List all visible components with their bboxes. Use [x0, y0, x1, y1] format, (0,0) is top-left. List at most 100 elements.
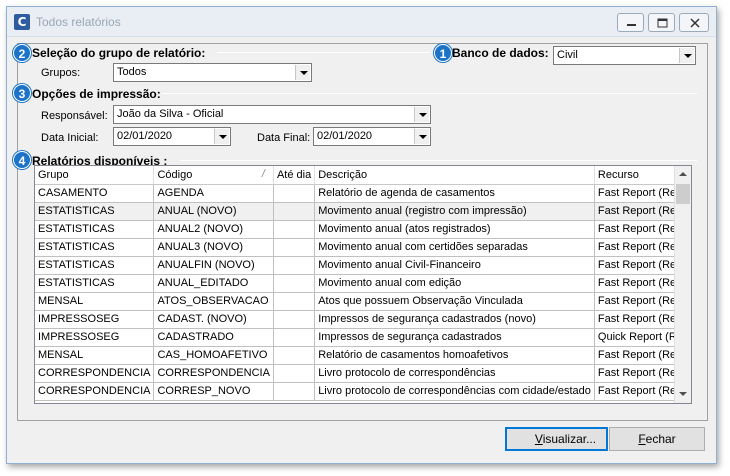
database-value: Civil — [557, 49, 578, 61]
responsible-select[interactable]: João da Silva - Oficial — [113, 105, 431, 124]
table-row[interactable]: MENSAL ATOS_OBSERVACAO Atos que possuem Ob… — [35, 292, 691, 311]
table-row[interactable]: IMPRESSOSEG CADAST. (NOVO) Impressos de se… — [35, 310, 691, 329]
start-date-value: 02/01/2020 — [117, 130, 173, 142]
table-cell — [273, 238, 316, 257]
table-cell — [273, 256, 316, 275]
view-button[interactable]: Visualizar... — [505, 427, 608, 451]
column-header-codigo-label: Código — [157, 168, 193, 181]
table-cell: Atos que possuem Observação Vinculada — [314, 292, 595, 311]
table-cell: Livro protocolo de correspondências — [314, 364, 595, 383]
table-cell: CORRESPONDENCIA — [35, 382, 155, 401]
table-cell: Livro protocolo de correspondências com … — [314, 382, 595, 401]
close-button-label: echar — [645, 432, 676, 446]
table-cell: IMPRESSOSEG — [35, 328, 155, 347]
table-cell — [273, 328, 316, 347]
table-cell: Relatório de casamentos homoafetivos — [314, 346, 595, 365]
table-cell: ESTATISTICAS — [35, 238, 155, 257]
table-row[interactable]: MENSAL CAS_HOMOAFETIVO Relatório de casame… — [35, 346, 691, 365]
column-header-descricao[interactable]: Descrição — [314, 166, 595, 185]
table-cell: Relatório de agenda de casamentos — [314, 184, 595, 203]
frame-bottom — [17, 420, 707, 421]
table-row[interactable]: CORRESPONDENCIA CORRESPONDENCIA Livro prot… — [35, 364, 691, 383]
table-cell: Movimento anual (registro com impressão) — [314, 202, 595, 221]
table-cell: CADAST. (NOVO) — [153, 310, 274, 329]
table-cell: Impressos de segurança cadastrados — [314, 328, 595, 347]
table-row[interactable]: ESTATISTICAS ANUAL3 (NOVO) Movimento anual… — [35, 238, 691, 257]
chevron-down-icon[interactable] — [214, 129, 229, 144]
frame-right — [707, 43, 708, 421]
table-cell — [273, 202, 316, 221]
view-button-mnemonic: V — [534, 432, 543, 446]
callout-badge-1: 1 — [434, 44, 452, 62]
table-cell — [273, 346, 316, 365]
minimize-button[interactable] — [617, 13, 644, 32]
table-cell: CORRESPONDENCIA — [153, 364, 274, 383]
reports-grid[interactable]: Grupo Código / Até dia Descrição Recurso… — [34, 165, 692, 404]
scroll-up-icon[interactable] — [675, 166, 691, 183]
table-cell: ESTATISTICAS — [35, 220, 155, 239]
column-header-ate-dia[interactable]: Até dia — [273, 166, 316, 185]
table-cell — [273, 310, 316, 329]
groups-select[interactable]: Todos — [113, 63, 312, 82]
callout-badge-3: 3 — [13, 84, 31, 102]
table-row[interactable]: ESTATISTICAS ANUAL2 (NOVO) Movimento anual… — [35, 220, 691, 239]
database-label: Banco de dados: — [452, 46, 549, 60]
table-cell: ATOS_OBSERVACAO — [153, 292, 274, 311]
maximize-icon — [657, 18, 668, 28]
table-row[interactable]: CORRESPONDENCIA CORRESP_NOVO Livro protoco… — [35, 382, 691, 401]
reports-table: Grupo Código / Até dia Descrição Recurso… — [35, 166, 691, 401]
table-row[interactable]: ESTATISTICAS ANUAL (NOVO) Movimento anual … — [35, 202, 691, 221]
chevron-down-icon[interactable] — [679, 48, 694, 63]
table-cell — [273, 292, 316, 311]
group-section-title: Seleção do grupo de relatório: — [32, 46, 206, 60]
app-icon: C — [14, 14, 30, 30]
table-row[interactable]: ESTATISTICAS ANUALFIN (NOVO) Movimento anu… — [35, 256, 691, 275]
vertical-scrollbar[interactable] — [674, 166, 691, 403]
scroll-thumb[interactable] — [676, 184, 690, 204]
table-cell: ESTATISTICAS — [35, 256, 155, 275]
chevron-down-icon[interactable] — [414, 107, 429, 122]
table-row[interactable]: IMPRESSOSEG CADASTRADO Impressos de segura… — [35, 328, 691, 347]
groups-value: Todos — [117, 66, 147, 78]
table-cell: AGENDA — [153, 184, 274, 203]
callout-badge-2: 2 — [13, 44, 31, 62]
end-date-value: 02/01/2020 — [317, 130, 373, 142]
maximize-button[interactable] — [648, 13, 675, 32]
sort-indicator-icon: / — [261, 168, 265, 180]
column-header-grupo[interactable]: Grupo — [35, 166, 155, 185]
table-row[interactable]: ESTATISTICAS ANUAL_EDITADO Movimento anual… — [35, 274, 691, 293]
end-date-picker[interactable]: 02/01/2020 — [313, 127, 431, 146]
database-select[interactable]: Civil — [553, 46, 696, 65]
responsible-value: João da Silva - Oficial — [117, 108, 224, 120]
chevron-down-icon[interactable] — [295, 65, 310, 80]
end-date-label: Data Final: — [257, 132, 311, 144]
table-cell: Movimento anual Civil-Financeiro — [314, 256, 595, 275]
table-cell — [273, 274, 316, 293]
table-cell: CORRESP_NOVO — [153, 382, 274, 401]
chevron-down-icon[interactable] — [414, 129, 429, 144]
table-row[interactable]: CASAMENTO AGENDA Relatório de agenda de ca… — [35, 184, 691, 203]
close-window-button[interactable] — [679, 13, 709, 32]
view-button-label: isualizar... — [542, 432, 597, 446]
table-cell: Impressos de segurança cadastrados (novo… — [314, 310, 595, 329]
table-cell: CADASTRADO — [153, 328, 274, 347]
print-options-title: Opções de impressão: — [32, 87, 161, 101]
table-cell: IMPRESSOSEG — [35, 310, 155, 329]
table-cell — [273, 382, 316, 401]
reports-separator — [180, 160, 697, 161]
column-header-codigo[interactable]: Código / — [153, 166, 274, 185]
frame-top — [17, 43, 707, 44]
table-cell: ANUAL3 (NOVO) — [153, 238, 274, 257]
table-cell: ESTATISTICAS — [35, 202, 155, 221]
table-cell: ANUAL_EDITADO — [153, 274, 274, 293]
scroll-down-icon[interactable] — [675, 386, 691, 403]
close-button[interactable]: Fechar — [609, 427, 705, 451]
start-date-picker[interactable]: 02/01/2020 — [113, 127, 231, 146]
table-cell: ESTATISTICAS — [35, 274, 155, 293]
group-section-separator — [217, 52, 430, 53]
table-cell: MENSAL — [35, 292, 155, 311]
table-cell — [273, 364, 316, 383]
title-bar[interactable]: C Todos relatórios — [7, 7, 716, 37]
table-cell: CORRESPONDENCIA — [35, 364, 155, 383]
table-cell: MENSAL — [35, 346, 155, 365]
